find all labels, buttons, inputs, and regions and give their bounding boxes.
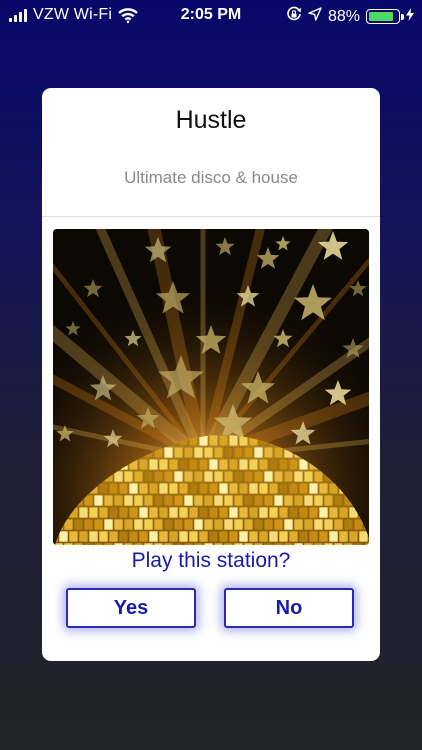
play-prompt: Play this station?: [131, 549, 291, 572]
charging-bolt-icon: [406, 7, 414, 26]
station-artwork: [53, 229, 369, 545]
battery-percent: 88%: [327, 7, 360, 25]
status-bar: VZW Wi-Fi 2:05 PM 88%: [0, 0, 422, 32]
divider: [42, 216, 380, 217]
yes-button[interactable]: Yes: [66, 588, 196, 628]
battery-fill: [369, 12, 393, 21]
no-button[interactable]: No: [224, 588, 354, 628]
orientation-lock-icon: [286, 6, 302, 27]
station-dialog: Hustle Ultimate disco & house Play this …: [42, 88, 380, 661]
battery-cap: [401, 14, 404, 20]
dialog-title: Hustle: [175, 106, 247, 134]
dialog-subtitle: Ultimate disco & house: [124, 168, 298, 187]
status-right: 88%: [286, 6, 414, 27]
location-arrow-icon: [308, 7, 322, 26]
battery-icon: [366, 9, 404, 24]
